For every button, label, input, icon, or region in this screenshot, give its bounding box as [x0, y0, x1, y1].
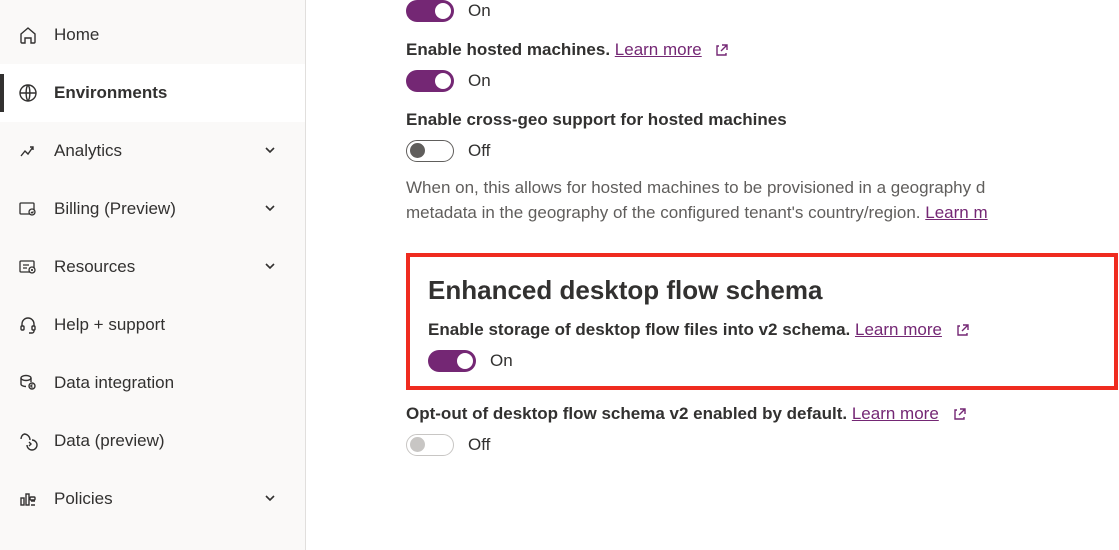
external-link-icon	[714, 43, 729, 58]
data-integration-icon	[18, 373, 38, 393]
learn-more-link[interactable]: Learn more	[855, 320, 942, 339]
sidebar-item-billing[interactable]: Billing (Preview)	[0, 180, 305, 238]
setting-label-hosted-machines: Enable hosted machines. Learn more	[406, 40, 1119, 60]
analytics-icon	[18, 141, 38, 161]
toggle-state-label: Off	[468, 435, 490, 455]
sidebar-item-label: Environments	[54, 83, 305, 103]
sidebar-item-label: Help + support	[54, 315, 305, 335]
sidebar-item-help-support[interactable]: Help + support	[0, 296, 305, 354]
chevron-down-icon	[263, 259, 277, 276]
toggle-opt-out	[406, 434, 454, 456]
enhanced-schema-highlight: Enhanced desktop flow schema Enable stor…	[406, 253, 1118, 390]
toggle-hosted-machines[interactable]	[406, 70, 454, 92]
external-link-icon	[955, 323, 970, 338]
label-text: Enable hosted machines.	[406, 40, 615, 59]
billing-icon	[18, 199, 38, 219]
external-link-icon	[952, 407, 967, 422]
desc-line: metadata in the geography of the configu…	[406, 203, 925, 222]
sidebar-item-label: Policies	[54, 489, 263, 509]
learn-more-link[interactable]: Learn m	[925, 203, 987, 222]
sidebar-item-label: Analytics	[54, 141, 263, 161]
home-icon	[18, 25, 38, 45]
chevron-down-icon	[263, 143, 277, 160]
toggle-cross-geo[interactable]	[406, 140, 454, 162]
sidebar-item-label: Data (preview)	[54, 431, 305, 451]
sidebar-item-data-preview[interactable]: Data (preview)	[0, 412, 305, 470]
sidebar-item-label: Billing (Preview)	[54, 199, 263, 219]
label-text: Opt-out of desktop flow schema v2 enable…	[406, 404, 852, 423]
sidebar: Home Environments Analytics Billing (Pre…	[0, 0, 306, 550]
data-preview-icon	[18, 431, 38, 451]
section-title-enhanced-schema: Enhanced desktop flow schema	[428, 275, 1096, 306]
sidebar-item-data-integration[interactable]: Data integration	[0, 354, 305, 412]
toggle-enhanced-schema[interactable]	[428, 350, 476, 372]
sidebar-item-policies[interactable]: Policies	[0, 470, 305, 528]
main-content: On Enable hosted machines. Learn more On…	[306, 0, 1119, 550]
chevron-down-icon	[263, 201, 277, 218]
setting-block-cross-geo: Enable cross-geo support for hosted mach…	[406, 110, 1119, 225]
sidebar-item-label: Resources	[54, 257, 263, 277]
toggle-state-label: On	[490, 351, 513, 371]
sidebar-item-environments[interactable]: Environments	[0, 64, 305, 122]
sidebar-item-home[interactable]: Home	[0, 6, 305, 64]
sidebar-item-analytics[interactable]: Analytics	[0, 122, 305, 180]
sidebar-item-resources[interactable]: Resources	[0, 238, 305, 296]
label-text: Enable storage of desktop flow files int…	[428, 320, 855, 339]
resources-icon	[18, 257, 38, 277]
learn-more-link[interactable]: Learn more	[615, 40, 702, 59]
setting-block-hosted-machines: Enable hosted machines. Learn more On	[406, 40, 1119, 92]
policies-icon	[18, 489, 38, 509]
setting-label-opt-out: Opt-out of desktop flow schema v2 enable…	[406, 404, 1119, 424]
sidebar-item-label: Home	[54, 25, 305, 45]
toggle-state-label: On	[468, 1, 491, 21]
chevron-down-icon	[263, 491, 277, 508]
globe-icon	[18, 83, 38, 103]
learn-more-link[interactable]: Learn more	[852, 404, 939, 423]
sidebar-item-label: Data integration	[54, 373, 305, 393]
headset-icon	[18, 315, 38, 335]
toggle-state-label: Off	[468, 141, 490, 161]
toggle-state-label: On	[468, 71, 491, 91]
setting-label-enhanced-schema: Enable storage of desktop flow files int…	[428, 320, 1096, 340]
cross-geo-description: When on, this allows for hosted machines…	[406, 176, 1119, 225]
setting-block-opt-out: Opt-out of desktop flow schema v2 enable…	[406, 404, 1119, 456]
toggle-top[interactable]	[406, 0, 454, 22]
setting-label-cross-geo: Enable cross-geo support for hosted mach…	[406, 110, 1119, 130]
setting-block-top: On	[406, 0, 1119, 22]
desc-line: When on, this allows for hosted machines…	[406, 178, 985, 197]
